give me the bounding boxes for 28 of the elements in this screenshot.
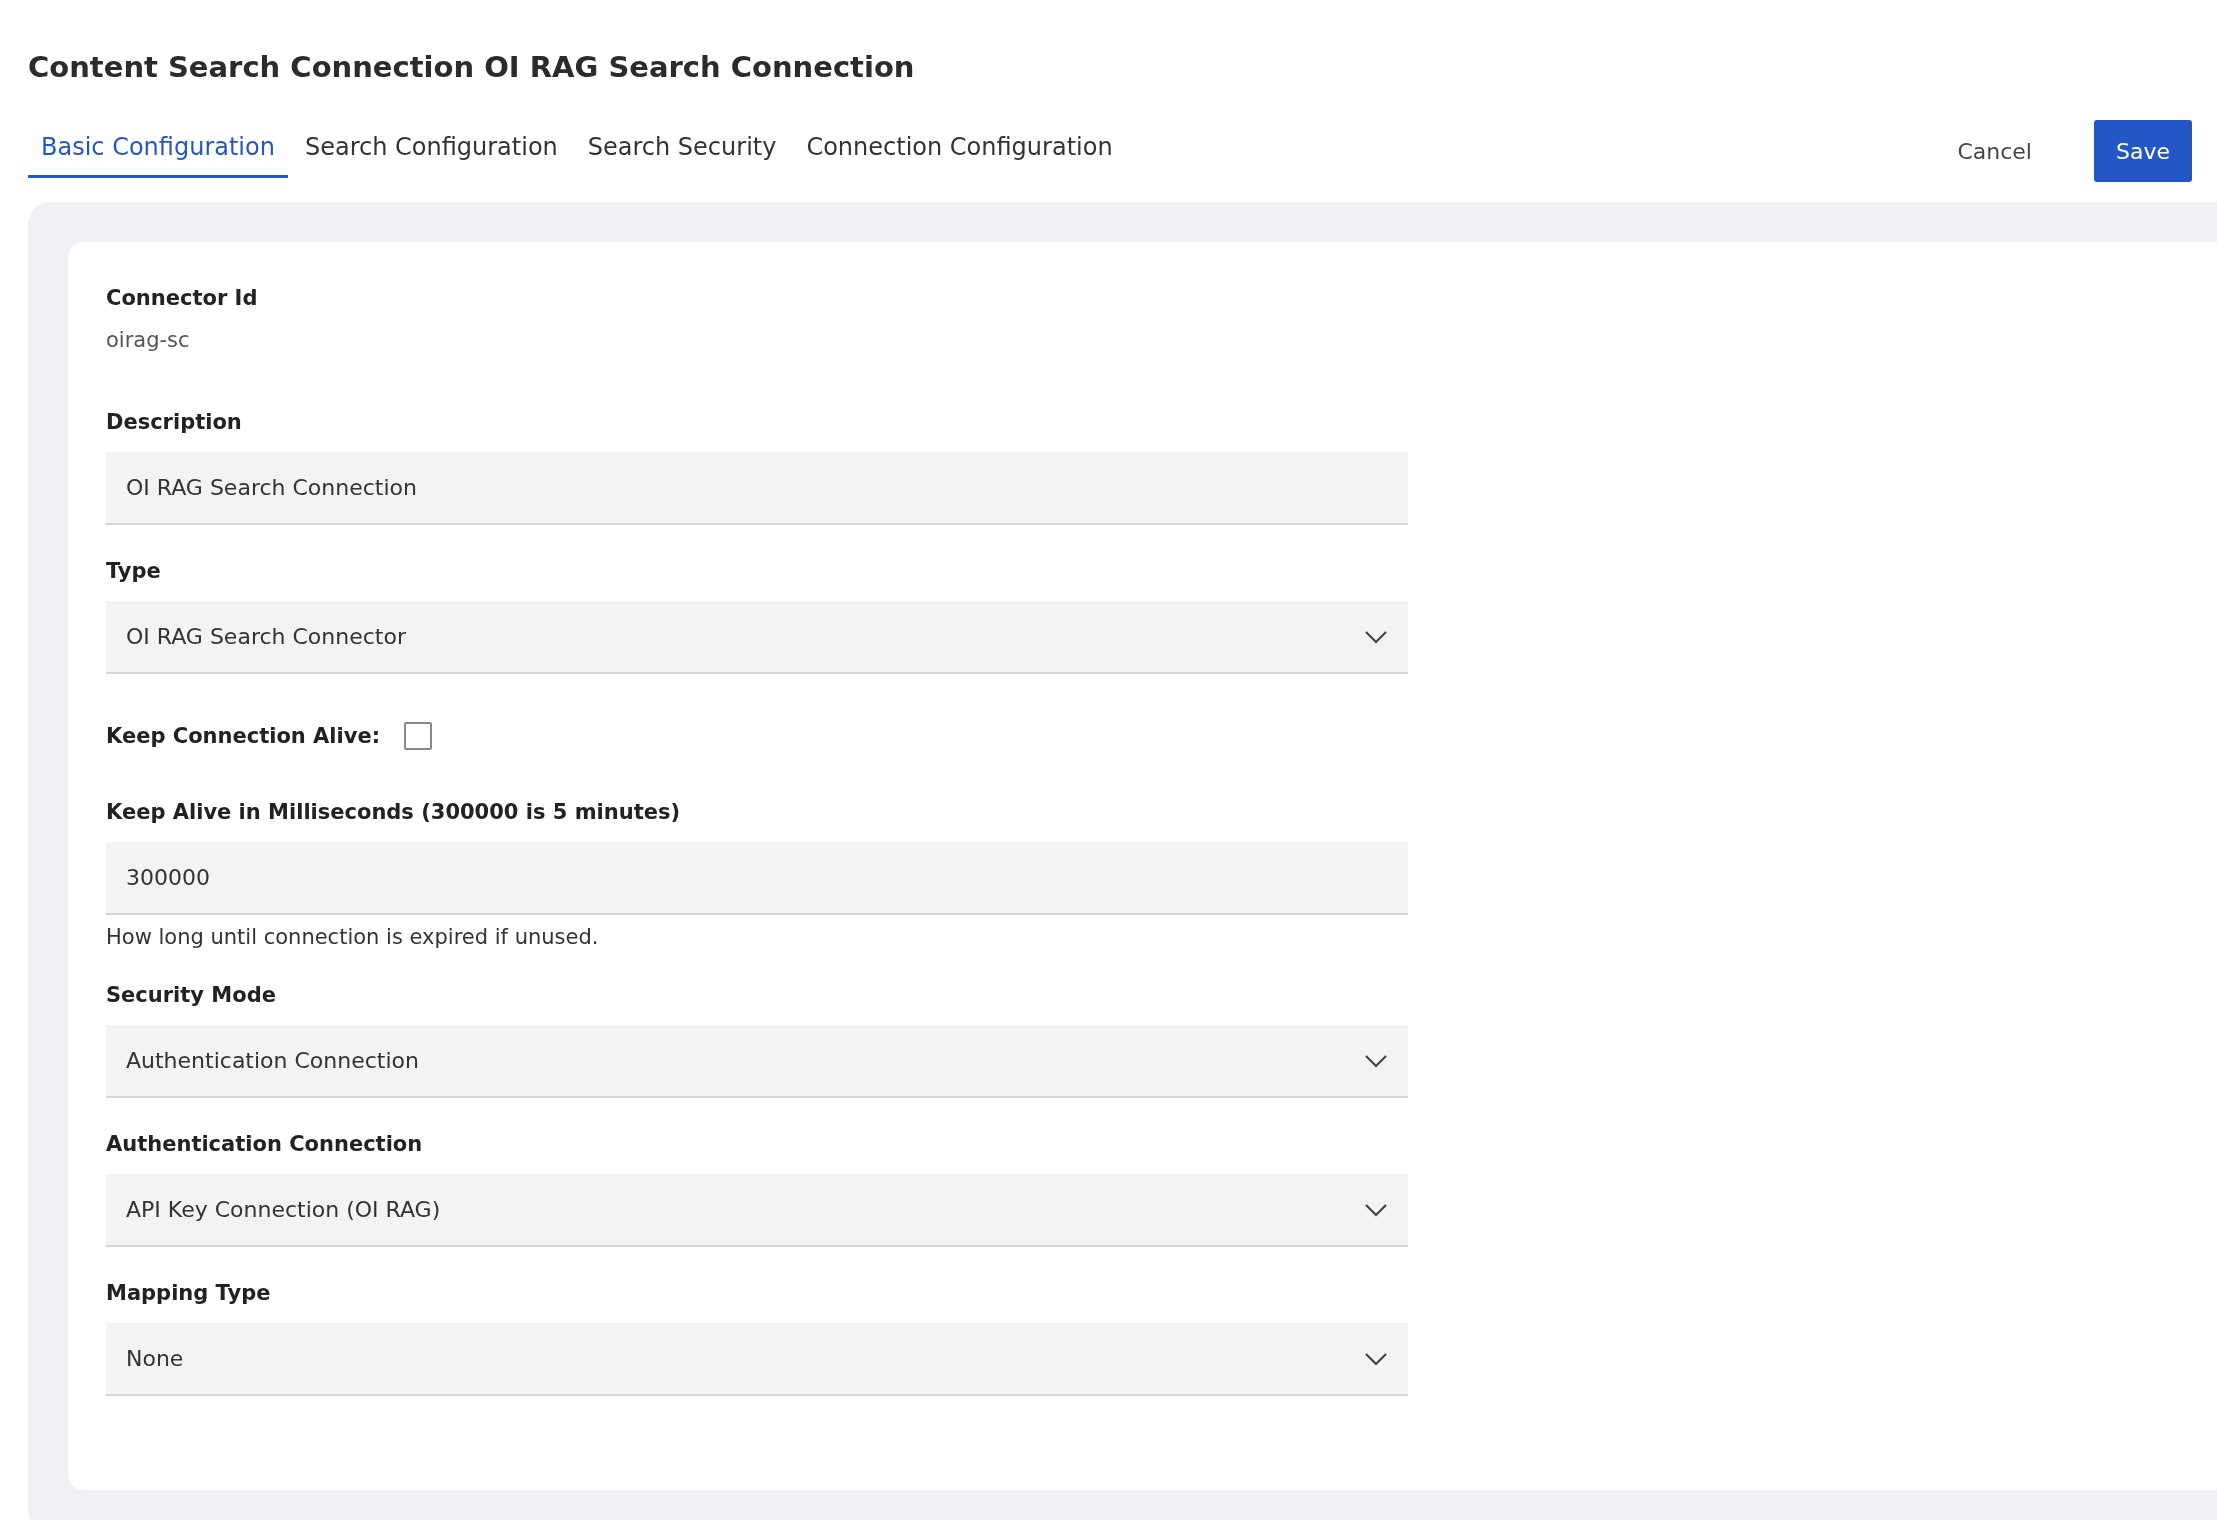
select-dropdown[interactable]: None: [106, 1323, 1408, 1396]
tab[interactable]: Search Security: [574, 124, 790, 178]
checkbox[interactable]: [404, 722, 433, 750]
chevron-down-icon: [1364, 1202, 1388, 1217]
field-label: Keep Alive in Milliseconds (300000 is 5 minutes): [106, 800, 682, 824]
chevron-down-icon: [1364, 629, 1388, 644]
chevron-down-icon: [1364, 1053, 1388, 1068]
select-dropdown[interactable]: API Key Connection (OI RAG): [106, 1174, 1408, 1247]
field-value: oirag-sc: [106, 328, 191, 352]
page-title: Content Search Connection OI RAG Search Connection: [28, 50, 916, 84]
select-dropdown[interactable]: Authentication Connection: [106, 1025, 1408, 1098]
field-label: Connector Id: [106, 286, 259, 310]
field-label: Authentication Connection: [106, 1132, 424, 1156]
field-label: Description: [106, 410, 243, 434]
field-label: Security Mode: [106, 983, 277, 1007]
text-field[interactable]: 300000: [106, 842, 1408, 915]
select-dropdown[interactable]: OI RAG Search Connector: [106, 601, 1408, 674]
tab[interactable]: Connection Configuration: [793, 124, 1126, 178]
chevron-down-icon: [1364, 1351, 1388, 1366]
save-button[interactable]: Save: [2094, 120, 2192, 182]
field-label: Mapping Type: [106, 1281, 272, 1305]
tab[interactable]: Search Configuration: [291, 124, 571, 178]
tab[interactable]: Basic Configuration: [28, 124, 288, 178]
help-text: How long until connection is expired if unused.: [106, 925, 600, 949]
text-field[interactable]: OI RAG Search Connection: [106, 452, 1408, 525]
cancel-button[interactable]: Cancel: [1951, 137, 2038, 165]
field-label: Type: [106, 559, 162, 583]
checkbox-label: Keep Connection Alive:: [106, 724, 381, 748]
